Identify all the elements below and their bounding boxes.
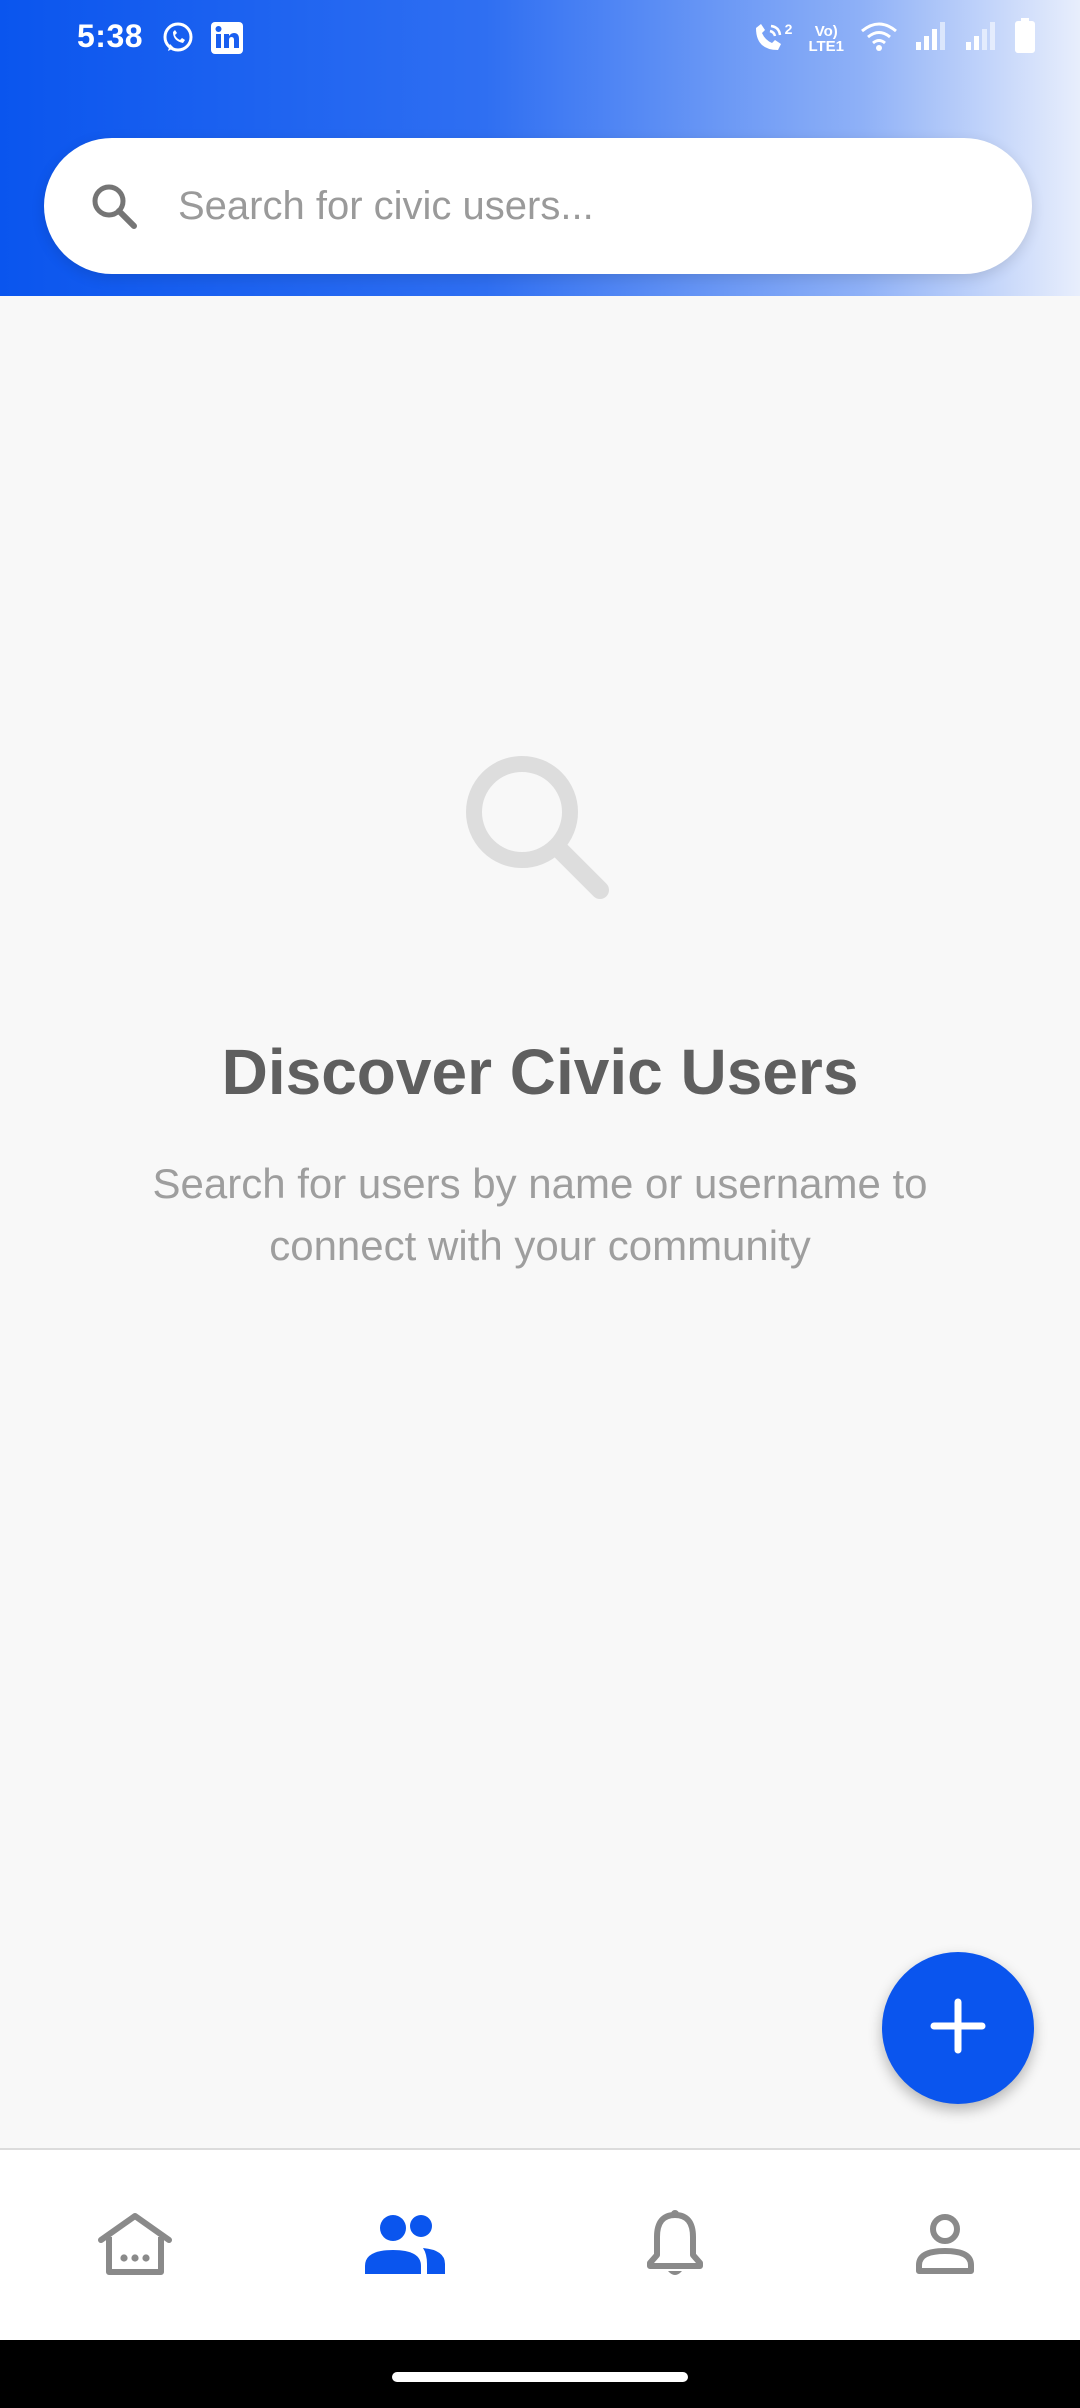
status-left-icons (160, 20, 244, 61)
home-gesture-handle[interactable] (392, 2372, 688, 2382)
nav-item-profile[interactable] (810, 2150, 1080, 2342)
search-icon (450, 740, 630, 920)
volte-icon: Vo) LTE1 (808, 24, 844, 54)
people-icon (363, 2212, 447, 2281)
signal-icon (964, 20, 998, 57)
call-sim-label: 2 (784, 20, 793, 37)
status-bar: 5:38 2 Vo) LTE1 (0, 0, 1080, 80)
lte-label: LTE1 (808, 37, 844, 55)
search-input[interactable] (176, 165, 1032, 247)
bell-icon (645, 2209, 705, 2284)
person-icon (915, 2213, 975, 2280)
empty-state-subtitle: Search for users by name or username to … (152, 1160, 928, 1269)
wifi-calling-icon: 2 (751, 20, 793, 56)
nav-item-notifications[interactable] (540, 2150, 810, 2342)
linkedin-icon (210, 21, 244, 60)
battery-icon (1014, 18, 1036, 59)
add-button[interactable] (882, 1952, 1034, 2104)
empty-state: Discover Civic Users Search for users by… (0, 740, 1080, 1277)
bottom-navigation (0, 2148, 1080, 2342)
nav-item-users[interactable] (270, 2150, 540, 2342)
home-icon (95, 2210, 175, 2283)
signal-icon (914, 20, 948, 57)
status-right-icons: 2 Vo) LTE1 (751, 18, 1036, 59)
whatsapp-icon (160, 20, 196, 61)
status-time: 5:38 (77, 18, 144, 54)
search-bar[interactable] (44, 138, 1032, 274)
plus-icon (928, 1996, 988, 2061)
search-icon (82, 174, 146, 238)
wifi-icon (860, 20, 898, 57)
volte-label: Vo) (814, 22, 838, 40)
nav-item-home[interactable] (0, 2150, 270, 2342)
empty-state-title: Discover Civic Users (221, 1036, 859, 1108)
